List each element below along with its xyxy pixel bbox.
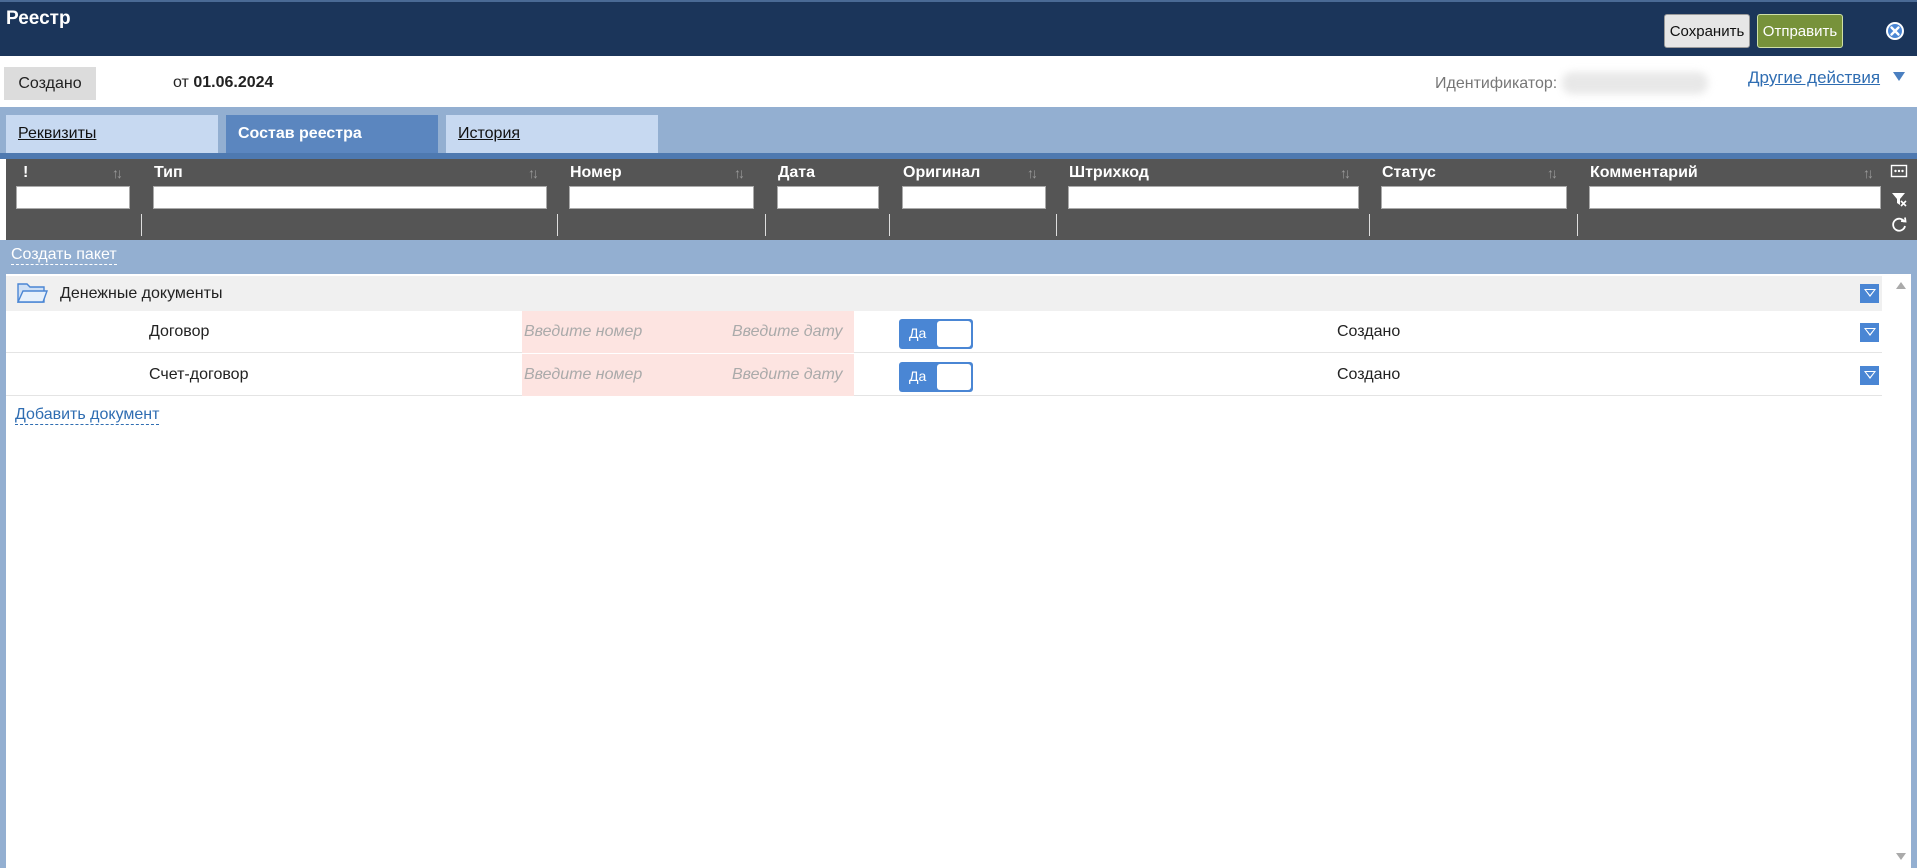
status-badge: Создано — [4, 67, 96, 100]
sort-icon[interactable]: ↑↓ — [1547, 165, 1558, 181]
document-date: от 01.06.2024 — [173, 74, 273, 92]
sort-icon[interactable]: ↑↓ — [528, 165, 539, 181]
save-button[interactable]: Сохранить — [1664, 14, 1750, 48]
number-placeholder[interactable]: Введите номер — [524, 366, 642, 384]
filter-input-flag[interactable] — [16, 186, 130, 209]
filter-input-original[interactable] — [902, 186, 1046, 209]
date-value: 01.06.2024 — [193, 74, 274, 91]
column-header-number[interactable]: Номер — [570, 164, 622, 182]
date-prefix: от — [173, 74, 189, 91]
table-row[interactable]: Договор Введите номер Введите дату Да Со… — [6, 311, 1882, 353]
frame-border — [1911, 240, 1917, 868]
row-menu-button[interactable] — [1860, 366, 1879, 385]
status-row: Создано от 01.06.2024 Идентификатор: Дру… — [0, 56, 1917, 107]
column-divider — [1577, 214, 1578, 236]
column-divider — [141, 214, 142, 236]
column-header-flag[interactable]: ! — [23, 164, 28, 182]
column-header-date[interactable]: Дата — [778, 164, 815, 182]
chevron-down-icon[interactable] — [1893, 72, 1905, 81]
filter-input-type[interactable] — [153, 186, 547, 209]
document-type: Договор — [149, 323, 210, 340]
sort-icon[interactable]: ↑↓ — [1863, 165, 1874, 181]
toggle-knob — [937, 321, 971, 347]
tab-label: История — [458, 125, 521, 142]
original-toggle[interactable]: Да — [899, 319, 973, 349]
identifier-label: Идентификатор: — [1435, 75, 1558, 92]
sort-icon[interactable]: ↑↓ — [1027, 165, 1038, 181]
column-header-type[interactable]: Тип — [154, 164, 183, 182]
filter-input-status[interactable] — [1381, 186, 1567, 209]
table-tools — [1882, 159, 1917, 240]
group-menu-button[interactable] — [1860, 284, 1879, 303]
column-header-comment[interactable]: Комментарий — [1590, 164, 1698, 182]
group-row[interactable]: Денежные документы — [6, 276, 1882, 311]
refresh-icon[interactable] — [1890, 216, 1908, 234]
column-divider — [557, 214, 558, 236]
column-divider — [1056, 214, 1057, 236]
toolbar: Создать пакет — [0, 240, 1917, 274]
column-header-original[interactable]: Оригинал — [903, 164, 980, 182]
window-titlebar: Реестр Сохранить Отправить — [0, 0, 1917, 56]
invalid-cells: Введите номер Введите дату — [522, 354, 854, 396]
original-toggle[interactable]: Да — [899, 362, 973, 392]
registry-list: Денежные документы Договор Введите номер… — [6, 274, 1897, 868]
identifier-value-redacted — [1562, 72, 1708, 94]
scrollbar[interactable] — [1891, 274, 1911, 868]
column-divider — [765, 214, 766, 236]
toggle-label: Да — [909, 368, 927, 384]
add-document-link[interactable]: Добавить документ — [15, 406, 160, 425]
column-divider — [889, 214, 890, 236]
invalid-cells: Введите номер Введите дату — [522, 311, 854, 353]
filter-input-date[interactable] — [777, 186, 879, 209]
toggle-label: Да — [909, 325, 927, 341]
tab-registry-content[interactable]: Состав реестра — [226, 115, 438, 153]
sort-icon[interactable]: ↑↓ — [734, 165, 745, 181]
table-header: ! ↑↓ Тип ↑↓ Номер ↑↓ Дата Оригинал ↑↓ Шт… — [6, 159, 1882, 240]
filter-input-comment[interactable] — [1589, 186, 1881, 209]
row-menu-button[interactable] — [1860, 323, 1879, 342]
column-divider — [1369, 214, 1370, 236]
date-placeholder[interactable]: Введите дату — [732, 323, 843, 341]
column-header-status[interactable]: Статус — [1382, 164, 1436, 182]
tab-history[interactable]: История — [446, 115, 658, 153]
document-type: Счет-договор — [149, 366, 249, 383]
folder-open-icon — [16, 283, 48, 303]
tab-bar: Реквизиты Состав реестра История — [0, 107, 1917, 153]
document-status: Создано — [1337, 366, 1401, 383]
other-actions-link[interactable]: Другие действия — [1748, 68, 1880, 88]
column-header-barcode[interactable]: Штрихкод — [1069, 164, 1149, 182]
group-title: Денежные документы — [60, 285, 223, 302]
table-row[interactable]: Счет-договор Введите номер Введите дату … — [6, 354, 1882, 396]
sort-icon[interactable]: ↑↓ — [1340, 165, 1351, 181]
window-title: Реестр — [6, 8, 71, 29]
clear-filter-icon[interactable] — [1890, 190, 1908, 208]
tab-label: Состав реестра — [238, 125, 362, 142]
number-placeholder[interactable]: Введите номер — [524, 323, 642, 341]
toggle-knob — [937, 364, 971, 390]
filter-input-number[interactable] — [569, 186, 754, 209]
scroll-up-icon[interactable] — [1896, 282, 1906, 289]
columns-settings-icon[interactable] — [1890, 162, 1908, 180]
scroll-down-icon[interactable] — [1896, 853, 1906, 860]
filter-input-barcode[interactable] — [1068, 186, 1359, 209]
date-placeholder[interactable]: Введите дату — [732, 366, 843, 384]
close-icon[interactable] — [1885, 21, 1905, 41]
document-status: Создано — [1337, 323, 1401, 340]
tab-label: Реквизиты — [18, 125, 97, 142]
send-button[interactable]: Отправить — [1757, 14, 1843, 48]
tab-requisites[interactable]: Реквизиты — [6, 115, 218, 153]
create-pack-link[interactable]: Создать пакет — [11, 246, 117, 265]
sort-icon[interactable]: ↑↓ — [112, 165, 123, 181]
